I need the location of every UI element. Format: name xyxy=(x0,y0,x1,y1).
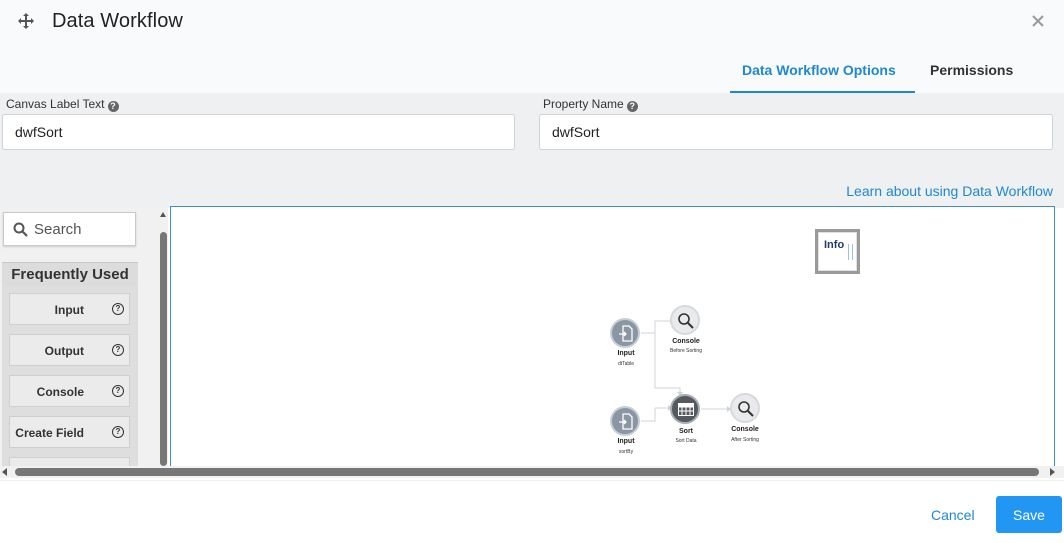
tab-data-workflow-options[interactable]: Data Workflow Options xyxy=(742,62,896,78)
tool-label: Create Field xyxy=(15,426,84,440)
node-subtitle: Before Sorting xyxy=(670,348,702,354)
question-icon[interactable]: ? xyxy=(112,303,124,315)
question-icon[interactable]: ? xyxy=(112,385,124,397)
help-icon[interactable]: ? xyxy=(626,101,638,112)
help-icon[interactable]: ? xyxy=(107,101,119,112)
horizontal-scrollbar-thumb[interactable] xyxy=(15,468,1039,476)
workflow-node-sort[interactable] xyxy=(670,394,700,424)
info-label: Info xyxy=(824,239,845,251)
scroll-left-arrow-icon[interactable] xyxy=(2,468,7,476)
move-icon[interactable] xyxy=(17,12,35,30)
question-icon[interactable]: ? xyxy=(112,344,124,356)
canvas-label-text-caption: Canvas Label Text xyxy=(6,97,105,111)
node-subtitle: Sort Data xyxy=(675,438,697,444)
save-button[interactable]: Save xyxy=(996,496,1062,533)
data-workflow-dialog: Data Workflow Data Workflow Options Perm… xyxy=(0,0,1064,543)
frequently-used-list: Input ? Output ? Console ? Create Field … xyxy=(2,286,138,466)
palette-scrollbar-thumb[interactable] xyxy=(160,232,167,466)
frequently-used-header[interactable]: Frequently Used xyxy=(2,262,138,286)
search-icon xyxy=(13,222,28,237)
input-icon xyxy=(619,413,633,430)
canvas-label-text-label: Canvas Label Text? xyxy=(6,97,119,112)
property-name-label: Property Name? xyxy=(543,97,638,112)
scroll-right-arrow-icon[interactable] xyxy=(1050,468,1055,476)
dialog-title: Data Workflow xyxy=(52,10,183,32)
canvas-label-text-input[interactable]: dwfSort xyxy=(2,114,515,150)
table-icon xyxy=(678,403,694,416)
workflow-node-input-sortby[interactable] xyxy=(610,406,640,436)
node-subtitle: sortBy xyxy=(618,449,634,455)
question-icon[interactable]: ? xyxy=(112,426,124,438)
tool-output-button[interactable]: Output ? xyxy=(9,334,130,366)
property-name-caption: Property Name xyxy=(543,97,624,111)
input-icon xyxy=(619,325,633,342)
magnifier-icon xyxy=(738,401,754,417)
node-title: Console xyxy=(672,338,700,345)
property-name-input[interactable]: dwfSort xyxy=(539,114,1053,150)
info-bars-icon xyxy=(848,244,853,260)
close-icon[interactable] xyxy=(1029,12,1047,30)
node-subtitle: After Sorting xyxy=(731,437,759,443)
cancel-button[interactable]: Cancel xyxy=(931,507,975,523)
node-title: Console xyxy=(731,426,759,433)
properties-form: Canvas Label Text? dwfSort Property Name… xyxy=(0,93,1064,208)
tool-console-button[interactable]: Console ? xyxy=(9,375,130,407)
tool-label: Console xyxy=(36,385,84,399)
workflow-node-console-before[interactable] xyxy=(670,305,700,335)
tool-label: Output xyxy=(44,344,84,358)
scroll-up-arrow-icon[interactable] xyxy=(160,212,166,217)
workflow-node-input-dttable[interactable] xyxy=(610,318,640,348)
dialog-header: Data Workflow Data Workflow Options Perm… xyxy=(0,0,1064,93)
tool-input-button[interactable]: Input ? xyxy=(9,293,130,325)
magnifier-icon xyxy=(678,313,694,329)
search-placeholder: Search xyxy=(34,221,82,238)
learn-data-workflow-link[interactable]: Learn about using Data Workflow xyxy=(846,183,1053,199)
tool-next-button[interactable] xyxy=(9,457,130,466)
node-subtitle: dtTable xyxy=(617,361,635,367)
node-title: Input xyxy=(617,350,635,357)
node-title: Input xyxy=(617,438,635,445)
dialog-footer xyxy=(0,480,1064,543)
tool-create-field-button[interactable]: Create Field ? xyxy=(9,416,130,448)
workflow-node-console-after[interactable] xyxy=(730,393,760,423)
palette-search-input[interactable]: Search xyxy=(3,212,136,246)
tool-label: Input xyxy=(54,303,84,317)
node-title: Sort xyxy=(679,428,693,435)
tab-permissions[interactable]: Permissions xyxy=(930,62,1013,78)
info-node[interactable]: Info xyxy=(815,229,860,274)
